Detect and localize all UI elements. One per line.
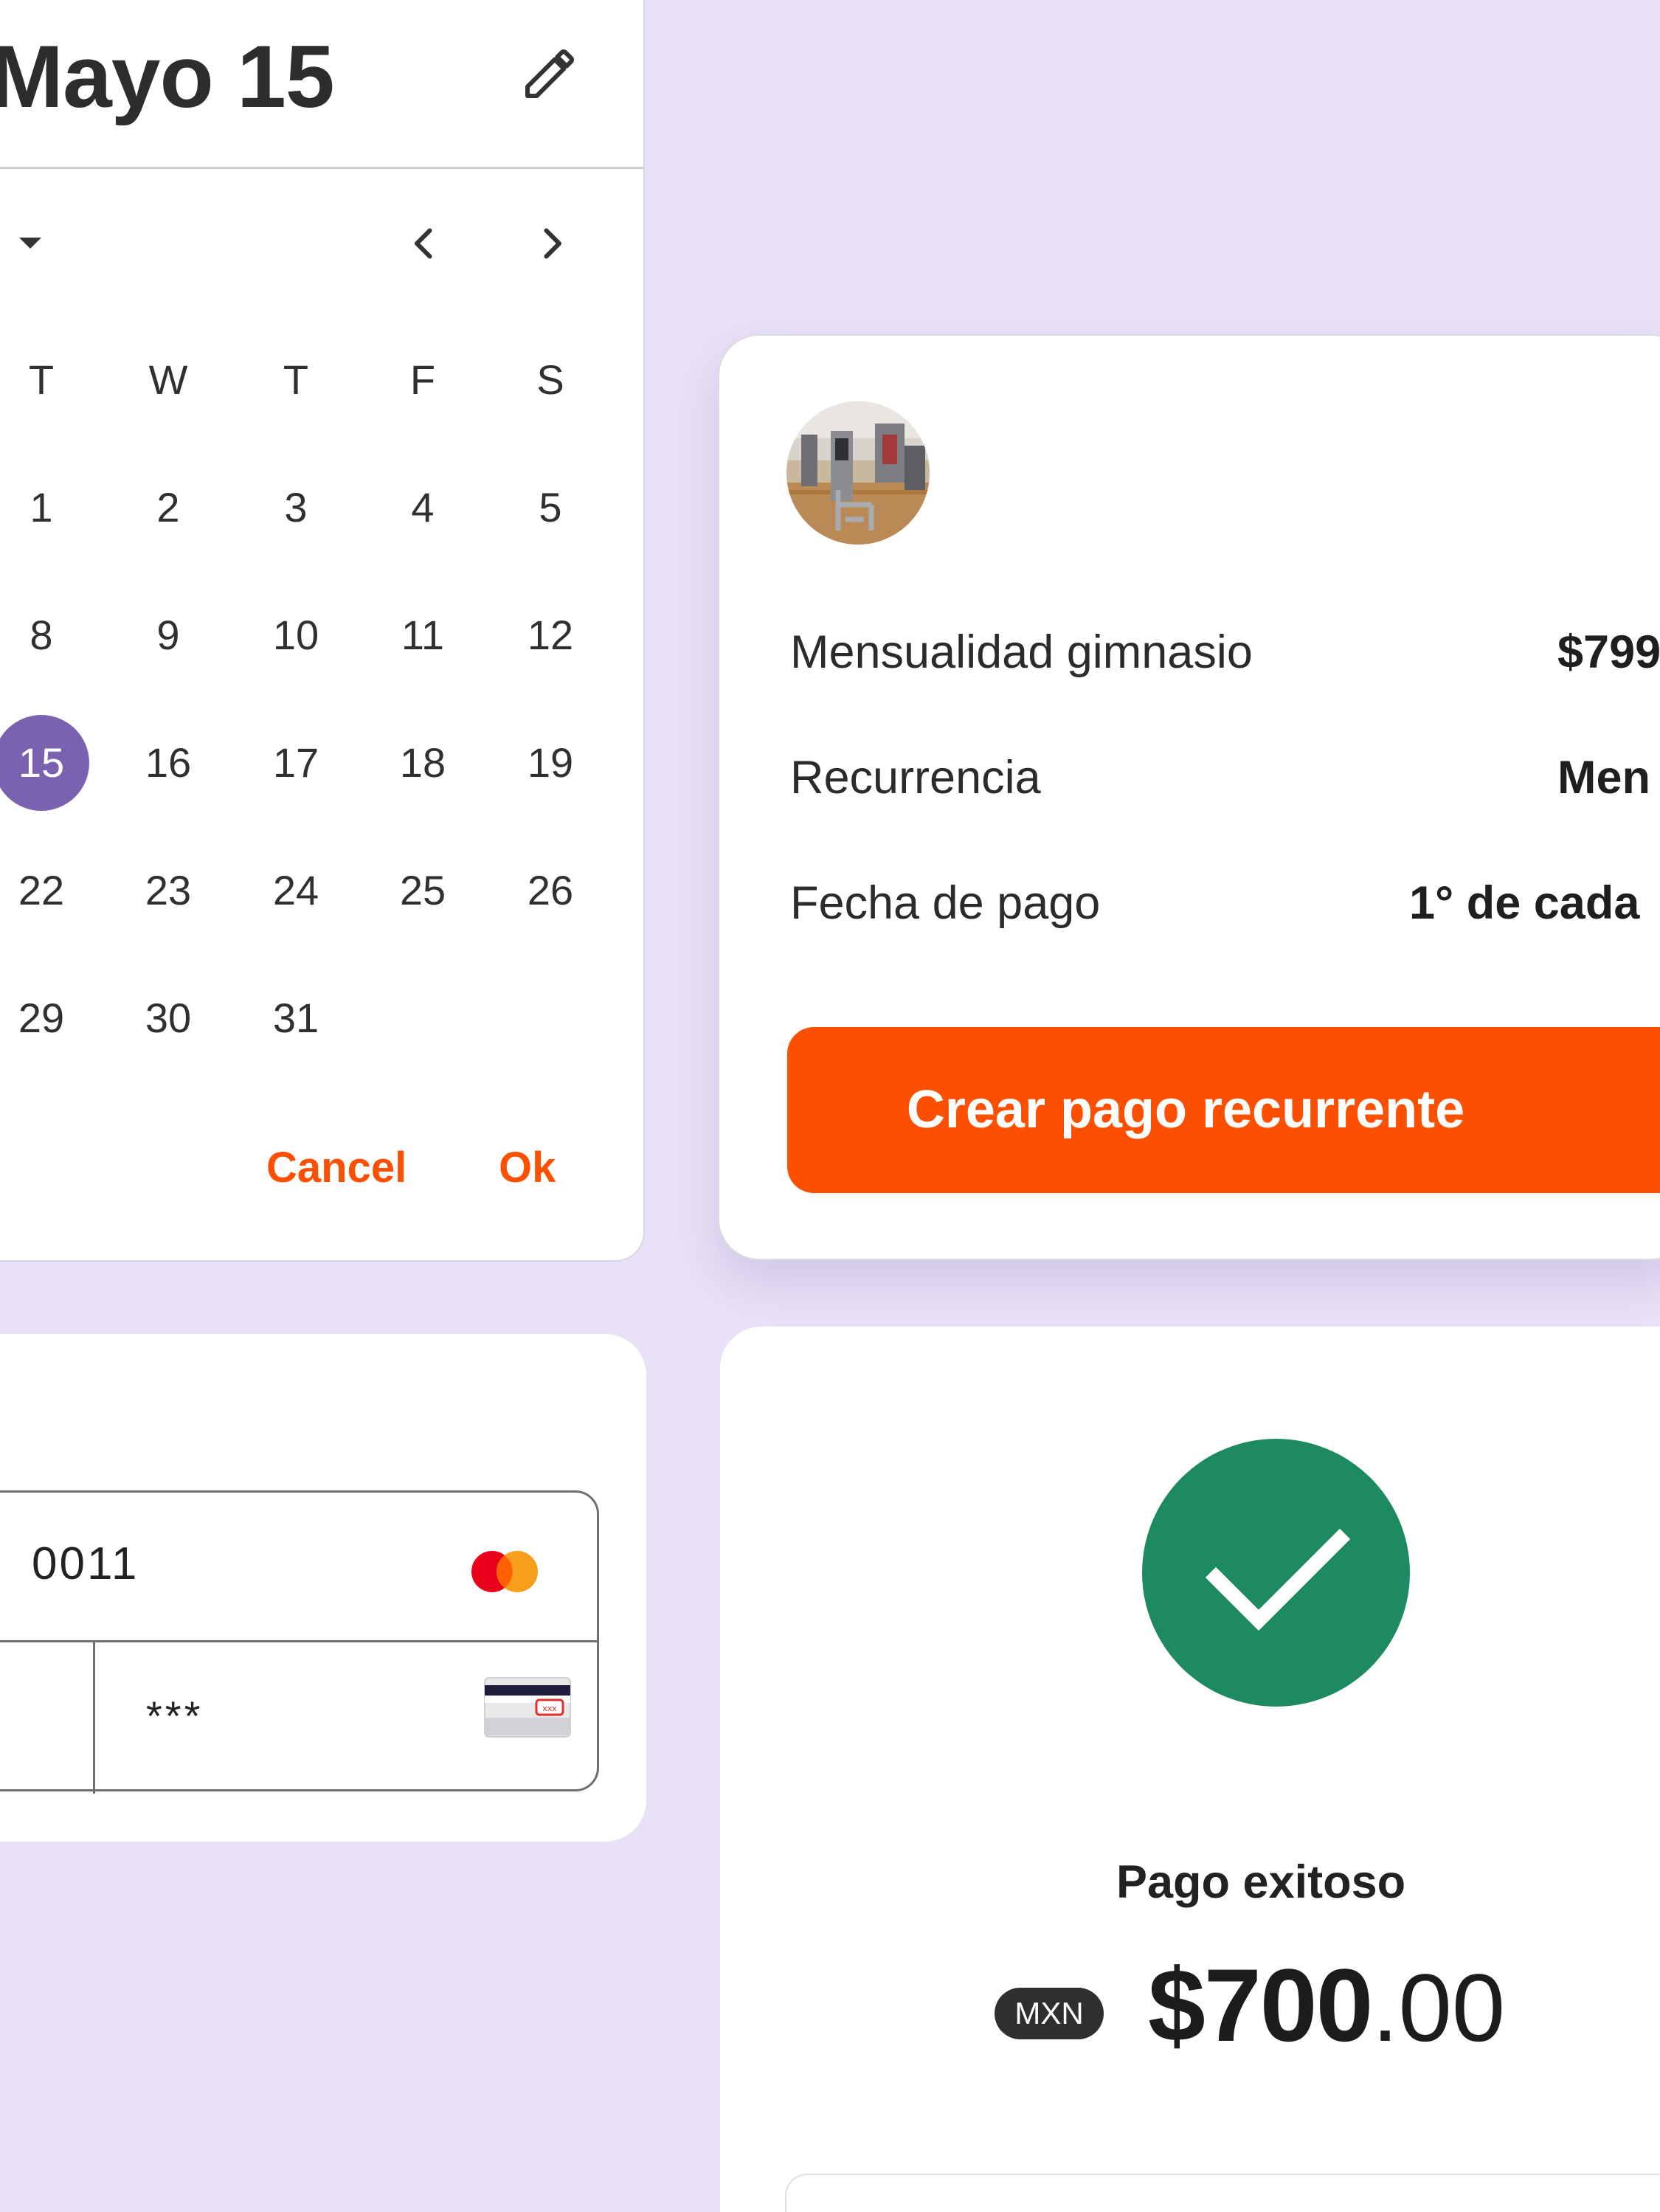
next-month-chevron-icon[interactable] bbox=[530, 221, 574, 266]
edit-pencil-icon[interactable] bbox=[520, 44, 579, 103]
calendar-day[interactable]: 23 bbox=[120, 843, 216, 939]
calendar-day[interactable]: 2 bbox=[120, 460, 216, 556]
month-dropdown-caret-icon[interactable] bbox=[19, 238, 41, 249]
payment-success-card: Pago exitoso MXN $700.00 bbox=[720, 1327, 1660, 2212]
amount-decimal: .00 bbox=[1372, 1954, 1506, 2061]
calendar-day[interactable]: 1 bbox=[0, 460, 89, 556]
calendar-day[interactable]: 12 bbox=[502, 587, 598, 683]
create-recurring-payment-label: Crear pago recurrente bbox=[906, 1080, 1465, 1139]
field-vertical-divider bbox=[93, 1640, 95, 1794]
field-divider bbox=[0, 1640, 597, 1642]
calendar-day[interactable]: 5 bbox=[502, 460, 598, 556]
currency-badge: MXN bbox=[995, 1988, 1104, 2039]
calendar-day[interactable]: 8 bbox=[0, 587, 89, 683]
selected-date-title: Mayo 15 bbox=[0, 27, 335, 126]
svg-text:xxx: xxx bbox=[542, 1704, 557, 1713]
cancel-button[interactable]: Cancel bbox=[266, 1142, 407, 1194]
calendar-day[interactable]: 30 bbox=[120, 970, 216, 1066]
calendar-day[interactable]: 11 bbox=[375, 587, 471, 683]
recurrence-value: Men bbox=[1557, 752, 1650, 803]
weekday-header: F bbox=[409, 356, 436, 403]
previous-month-chevron-icon[interactable] bbox=[402, 221, 446, 266]
card-fields-group: 0011 *** xxx bbox=[0, 1490, 599, 1794]
calendar-day[interactable]: 26 bbox=[502, 843, 598, 939]
weekday-header: T bbox=[28, 356, 55, 403]
calendar-day[interactable]: 19 bbox=[502, 715, 598, 811]
payment-date-value: 1° de cada bbox=[1409, 877, 1640, 929]
concept-label: Mensualidad gimnasio bbox=[790, 626, 1253, 678]
next-section-edge bbox=[785, 2174, 1660, 2212]
calendar-day[interactable]: 24 bbox=[248, 843, 344, 939]
calendar-day[interactable]: 10 bbox=[248, 587, 344, 683]
date-picker-card: Mayo 15 T W T F S 1 2 3 4 5 8 9 10 11 12… bbox=[0, 0, 645, 1262]
success-check-icon bbox=[1142, 1439, 1410, 1707]
weekday-header: T bbox=[283, 356, 309, 403]
calendar-day-selected[interactable]: 15 bbox=[0, 715, 89, 811]
calendar-day[interactable]: 16 bbox=[120, 715, 216, 811]
amount-integer: $700 bbox=[1148, 1947, 1373, 2063]
calendar-day[interactable]: 9 bbox=[120, 587, 216, 683]
card-cvv-icon: xxx bbox=[484, 1677, 571, 1738]
header-divider bbox=[0, 167, 643, 169]
mastercard-icon bbox=[471, 1551, 538, 1592]
gym-photo-icon bbox=[786, 401, 930, 545]
payment-date-label: Fecha de pago bbox=[790, 877, 1101, 929]
calendar-day[interactable]: 25 bbox=[375, 843, 471, 939]
calendar-day[interactable]: 17 bbox=[248, 715, 344, 811]
calendar-day[interactable]: 29 bbox=[0, 970, 89, 1066]
calendar-day[interactable]: 31 bbox=[248, 970, 344, 1066]
recurrence-label: Recurrencia bbox=[790, 752, 1041, 803]
paid-amount: $700.00 bbox=[1148, 1946, 1505, 2097]
ok-button[interactable]: Ok bbox=[499, 1142, 556, 1194]
concept-value: $799 bbox=[1557, 626, 1660, 678]
weekday-header: W bbox=[148, 356, 188, 403]
card-number-field[interactable]: 0011 bbox=[32, 1531, 139, 1597]
recurring-payment-card: Mensualidad gimnasio $799 Recurrencia Me… bbox=[718, 334, 1660, 1260]
calendar-day[interactable]: 18 bbox=[375, 715, 471, 811]
cvv-field[interactable]: *** bbox=[146, 1683, 203, 1749]
calendar-day[interactable]: 22 bbox=[0, 843, 89, 939]
success-title: Pago exitoso bbox=[1116, 1856, 1406, 1908]
card-details-form: 0011 *** xxx bbox=[0, 1334, 646, 1842]
calendar-day[interactable]: 4 bbox=[375, 460, 471, 556]
merchant-avatar bbox=[786, 401, 930, 545]
calendar-day[interactable]: 3 bbox=[248, 460, 344, 556]
create-recurring-payment-button[interactable]: Crear pago recurrente bbox=[787, 1027, 1660, 1193]
weekday-header: S bbox=[536, 356, 564, 403]
